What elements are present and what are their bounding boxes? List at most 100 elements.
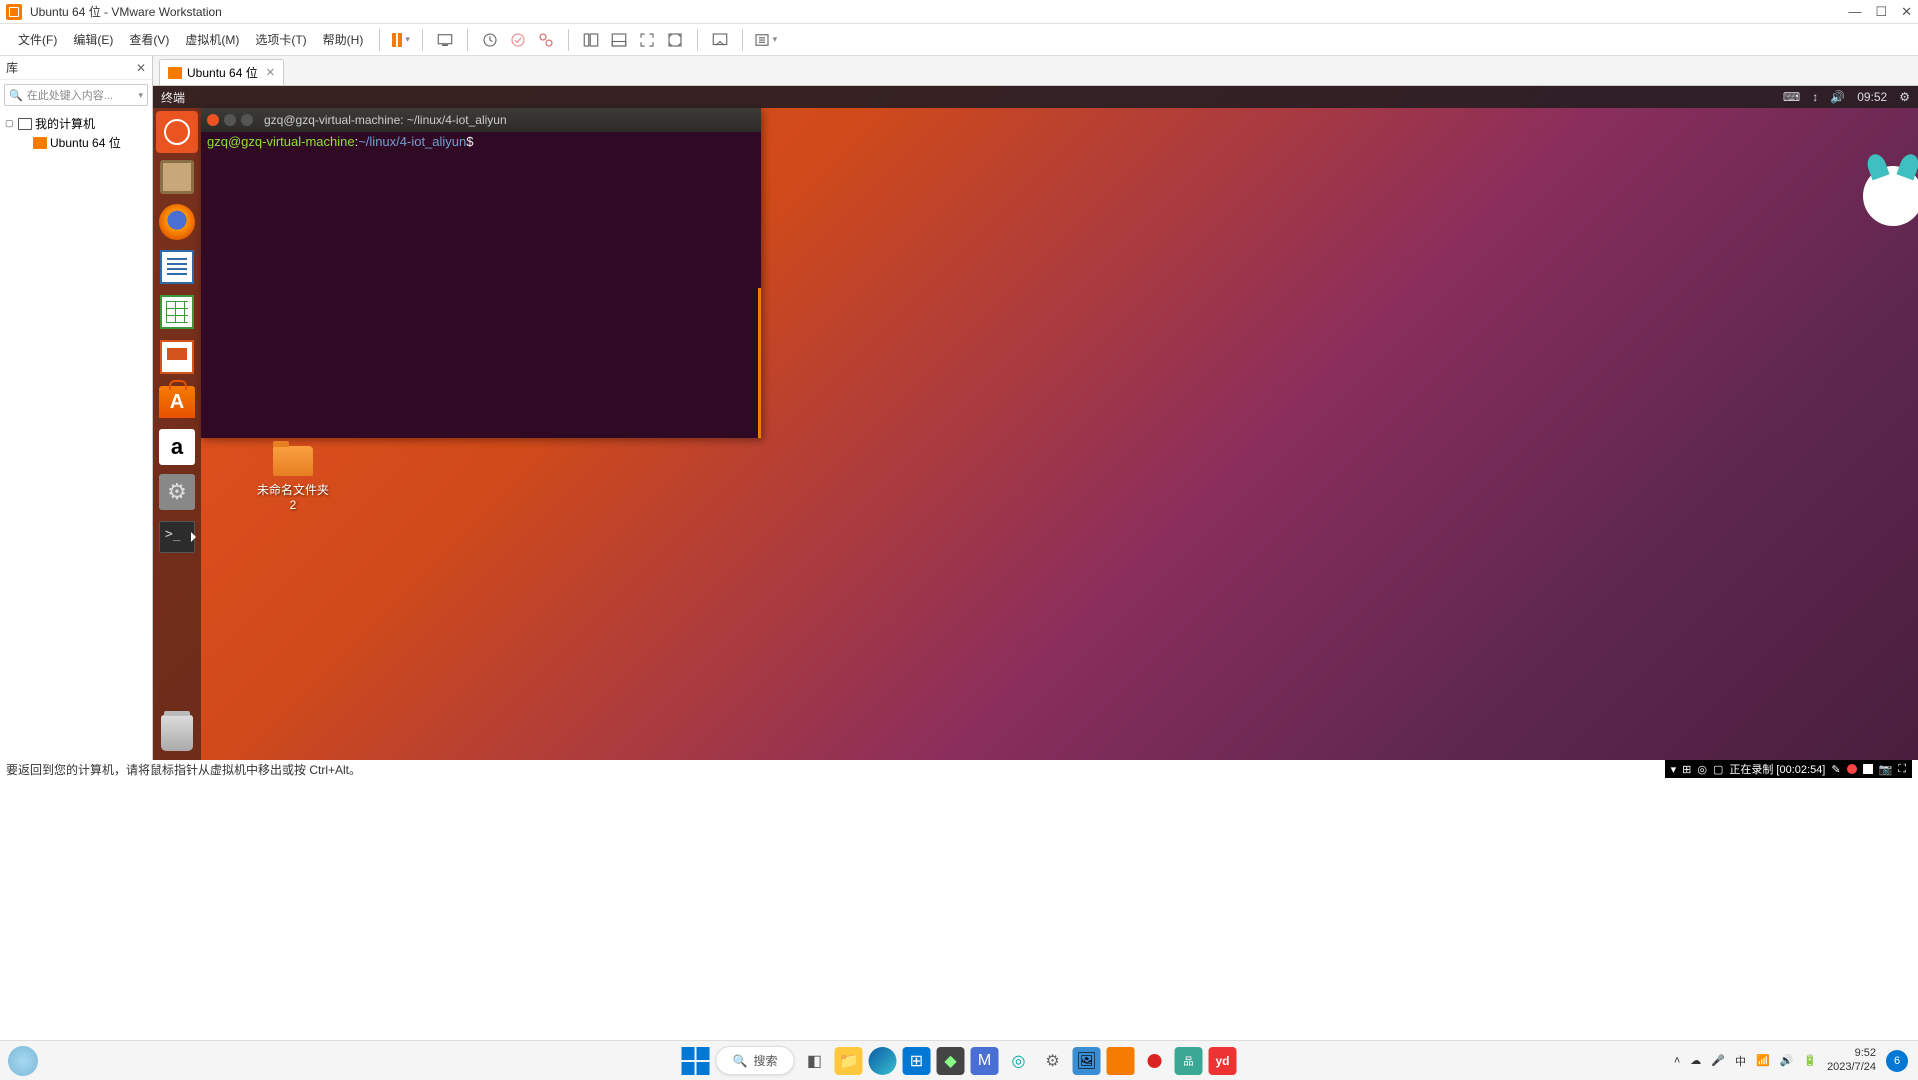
fullscreen-toggle-icon[interactable]: ⛶: [1898, 763, 1906, 776]
app-taskbar-2[interactable]: M: [970, 1047, 998, 1075]
camera-icon[interactable]: 📷: [1879, 763, 1893, 776]
firefox-launcher[interactable]: [156, 201, 198, 243]
edge-taskbar[interactable]: [868, 1047, 896, 1075]
trash-launcher[interactable]: [156, 712, 198, 754]
tray-chevron-icon[interactable]: ˄: [1674, 1055, 1680, 1067]
app-taskbar-3[interactable]: ◎: [1004, 1047, 1032, 1075]
terminal-minimize-button[interactable]: [224, 114, 236, 126]
snapshot-revert-button[interactable]: [504, 26, 532, 54]
wifi-icon[interactable]: 📶: [1756, 1054, 1770, 1067]
tree-label: Ubuntu 64 位: [50, 134, 121, 151]
network-indicator-icon[interactable]: ↕: [1812, 90, 1818, 104]
view-unity-button[interactable]: [661, 26, 689, 54]
unity-launcher: a: [153, 108, 201, 760]
view-library-button[interactable]: [577, 26, 605, 54]
library-search-input[interactable]: 🔍 在此处键入内容... ▾: [4, 84, 148, 106]
taskbar-clock[interactable]: 9:52 2023/7/24: [1827, 1047, 1876, 1073]
volume-icon[interactable]: 🔊: [1780, 1054, 1794, 1067]
separator: [697, 29, 698, 51]
tree-node-ubuntu[interactable]: Ubuntu 64 位: [30, 133, 150, 152]
dash-button[interactable]: [156, 111, 198, 153]
hdd-icon[interactable]: ⊞: [1682, 763, 1691, 776]
task-view-button[interactable]: ◧: [800, 1047, 828, 1075]
ubuntu-software-launcher[interactable]: [156, 381, 198, 423]
vm-tab-ubuntu[interactable]: Ubuntu 64 位 ✕: [159, 59, 284, 85]
collapse-icon[interactable]: ▢: [5, 118, 15, 129]
network-icon[interactable]: ▢: [1713, 763, 1723, 776]
onedrive-icon[interactable]: ☁: [1690, 1054, 1701, 1067]
system-indicators: ⌨ ↕ 🔊 09:52 ⚙: [1783, 90, 1910, 104]
pause-vm-button[interactable]: ▾: [388, 31, 414, 49]
host-blank-area: [0, 778, 1918, 1040]
dropdown-arrow-icon[interactable]: ▾: [405, 34, 410, 45]
store-taskbar[interactable]: ⊞: [902, 1047, 930, 1075]
battery-icon[interactable]: 🔋: [1803, 1054, 1817, 1067]
menu-tabs[interactable]: 选项卡(T): [247, 27, 314, 52]
vm-display[interactable]: 终端 ⌨ ↕ 🔊 09:52 ⚙ a gzq@gzq-virtual-machi…: [153, 86, 1918, 760]
menu-help[interactable]: 帮助(H): [315, 27, 372, 52]
start-button[interactable]: [682, 1047, 710, 1075]
terminal-body[interactable]: gzq@gzq-virtual-machine:~/linux/4-iot_al…: [201, 132, 761, 151]
microphone-icon[interactable]: 🎤: [1711, 1054, 1725, 1067]
tree-label: 我的计算机: [35, 115, 95, 132]
terminal-resize-handle[interactable]: [758, 288, 761, 438]
clock-indicator[interactable]: 09:52: [1857, 90, 1887, 104]
terminal-titlebar[interactable]: gzq@gzq-virtual-machine: ~/linux/4-iot_a…: [201, 108, 761, 132]
send-ctrl-alt-del-button[interactable]: [431, 26, 459, 54]
terminal-close-button[interactable]: [207, 114, 219, 126]
close-button[interactable]: ✕: [1901, 4, 1912, 20]
folder-icon: [273, 446, 313, 476]
sound-indicator-icon[interactable]: 🔊: [1830, 90, 1845, 104]
youdao-taskbar[interactable]: yd: [1208, 1047, 1236, 1075]
desktop-folder[interactable]: 未命名文件夹 2: [253, 446, 333, 512]
minimize-button[interactable]: —: [1848, 4, 1861, 20]
prompt-path: ~/linux/4-iot_aliyun: [358, 134, 466, 149]
files-launcher[interactable]: [156, 156, 198, 198]
cd-icon[interactable]: ◎: [1697, 763, 1707, 776]
active-app-label[interactable]: 终端: [161, 89, 185, 106]
menu-file[interactable]: 文件(F): [10, 27, 65, 52]
keyboard-indicator-icon[interactable]: ⌨: [1783, 90, 1800, 104]
taskbar-search[interactable]: 🔍 搜索: [716, 1046, 795, 1075]
amazon-launcher[interactable]: a: [156, 426, 198, 468]
libreoffice-writer-launcher[interactable]: [156, 246, 198, 288]
dropdown-icon[interactable]: ▾: [138, 90, 143, 101]
record-indicator-icon[interactable]: [1847, 764, 1857, 774]
app-taskbar-4[interactable]: 🖼: [1072, 1047, 1100, 1075]
view-fullscreen-button[interactable]: [633, 26, 661, 54]
tab-close-button[interactable]: ✕: [266, 66, 275, 79]
maximize-button[interactable]: ☐: [1875, 4, 1887, 20]
terminal-window[interactable]: gzq@gzq-virtual-machine: ~/linux/4-iot_a…: [201, 108, 761, 438]
expand-icon[interactable]: ▾: [1671, 763, 1677, 776]
view-stretch-button[interactable]: ▾: [751, 26, 779, 54]
app-taskbar-1[interactable]: ◆: [936, 1047, 964, 1075]
library-close-button[interactable]: ✕: [136, 61, 146, 75]
session-indicator-icon[interactable]: ⚙: [1899, 90, 1910, 104]
menu-edit[interactable]: 编辑(E): [65, 27, 121, 52]
terminal-launcher[interactable]: [156, 516, 198, 558]
libreoffice-impress-launcher[interactable]: [156, 336, 198, 378]
menu-view[interactable]: 查看(V): [121, 27, 177, 52]
vm-icon: [168, 67, 182, 79]
snapshot-take-button[interactable]: [476, 26, 504, 54]
settings-taskbar[interactable]: ⚙: [1038, 1047, 1066, 1075]
file-explorer-taskbar[interactable]: 📁: [834, 1047, 862, 1075]
libreoffice-calc-launcher[interactable]: [156, 291, 198, 333]
prompt-dollar: $: [466, 134, 473, 149]
windows-taskbar: 🔍 搜索 ◧ 📁 ⊞ ◆ M ◎ ⚙ 🖼 品 yd ˄ ☁ 🎤 中 📶 🔊 🔋 …: [0, 1040, 1918, 1080]
weather-widget[interactable]: [8, 1046, 38, 1076]
menu-vm[interactable]: 虚拟机(M): [177, 27, 247, 52]
recorder-taskbar[interactable]: [1140, 1047, 1168, 1075]
notification-button[interactable]: 6: [1886, 1050, 1908, 1072]
edit-icon[interactable]: ✎: [1831, 763, 1840, 776]
app-taskbar-5[interactable]: 品: [1174, 1047, 1202, 1075]
view-thumbnail-button[interactable]: [605, 26, 633, 54]
system-settings-launcher[interactable]: [156, 471, 198, 513]
view-console-button[interactable]: [706, 26, 734, 54]
stop-icon[interactable]: [1863, 764, 1873, 774]
ime-indicator[interactable]: 中: [1735, 1053, 1746, 1069]
terminal-maximize-button[interactable]: [241, 114, 253, 126]
snapshot-manager-button[interactable]: [532, 26, 560, 54]
vmware-taskbar[interactable]: [1106, 1047, 1134, 1075]
tree-node-my-computer[interactable]: ▢ 我的计算机: [2, 114, 150, 133]
